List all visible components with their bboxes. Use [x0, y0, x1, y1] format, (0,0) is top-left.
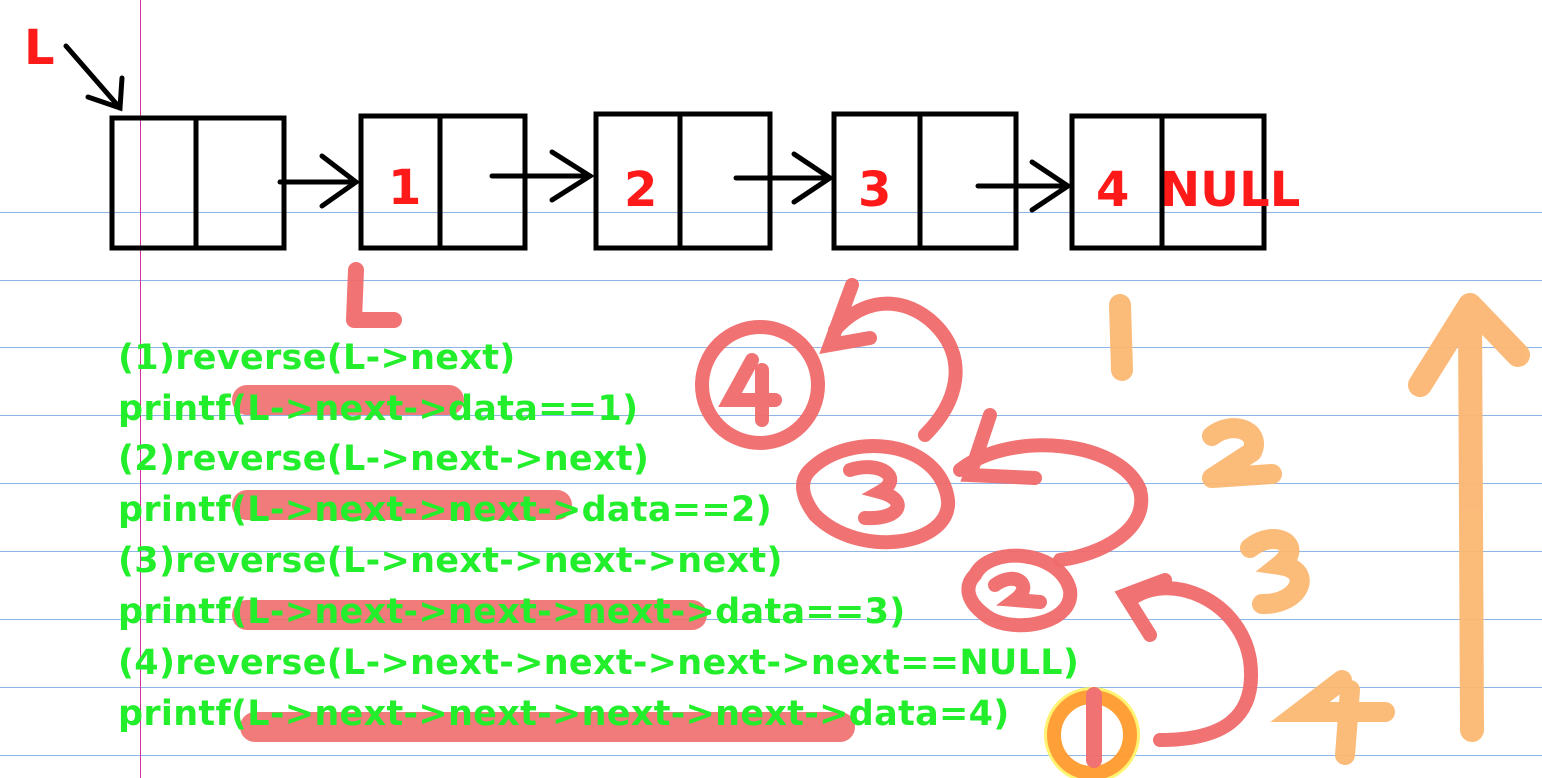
return-order-3: [1240, 529, 1310, 614]
recursion-mark-2: [961, 548, 1259, 747]
return-up-arrow: [1408, 293, 1530, 742]
return-order-2: [1202, 418, 1282, 488]
recursion-mark-1: [1044, 687, 1140, 778]
recursion-mark-3: [796, 408, 1149, 567]
return-order-1: [1109, 294, 1133, 381]
handwritten-annotations: [346, 262, 1530, 778]
return-order-4: [1270, 670, 1395, 765]
recursion-mark-4: [695, 278, 963, 450]
handwritten-L: [346, 262, 402, 328]
